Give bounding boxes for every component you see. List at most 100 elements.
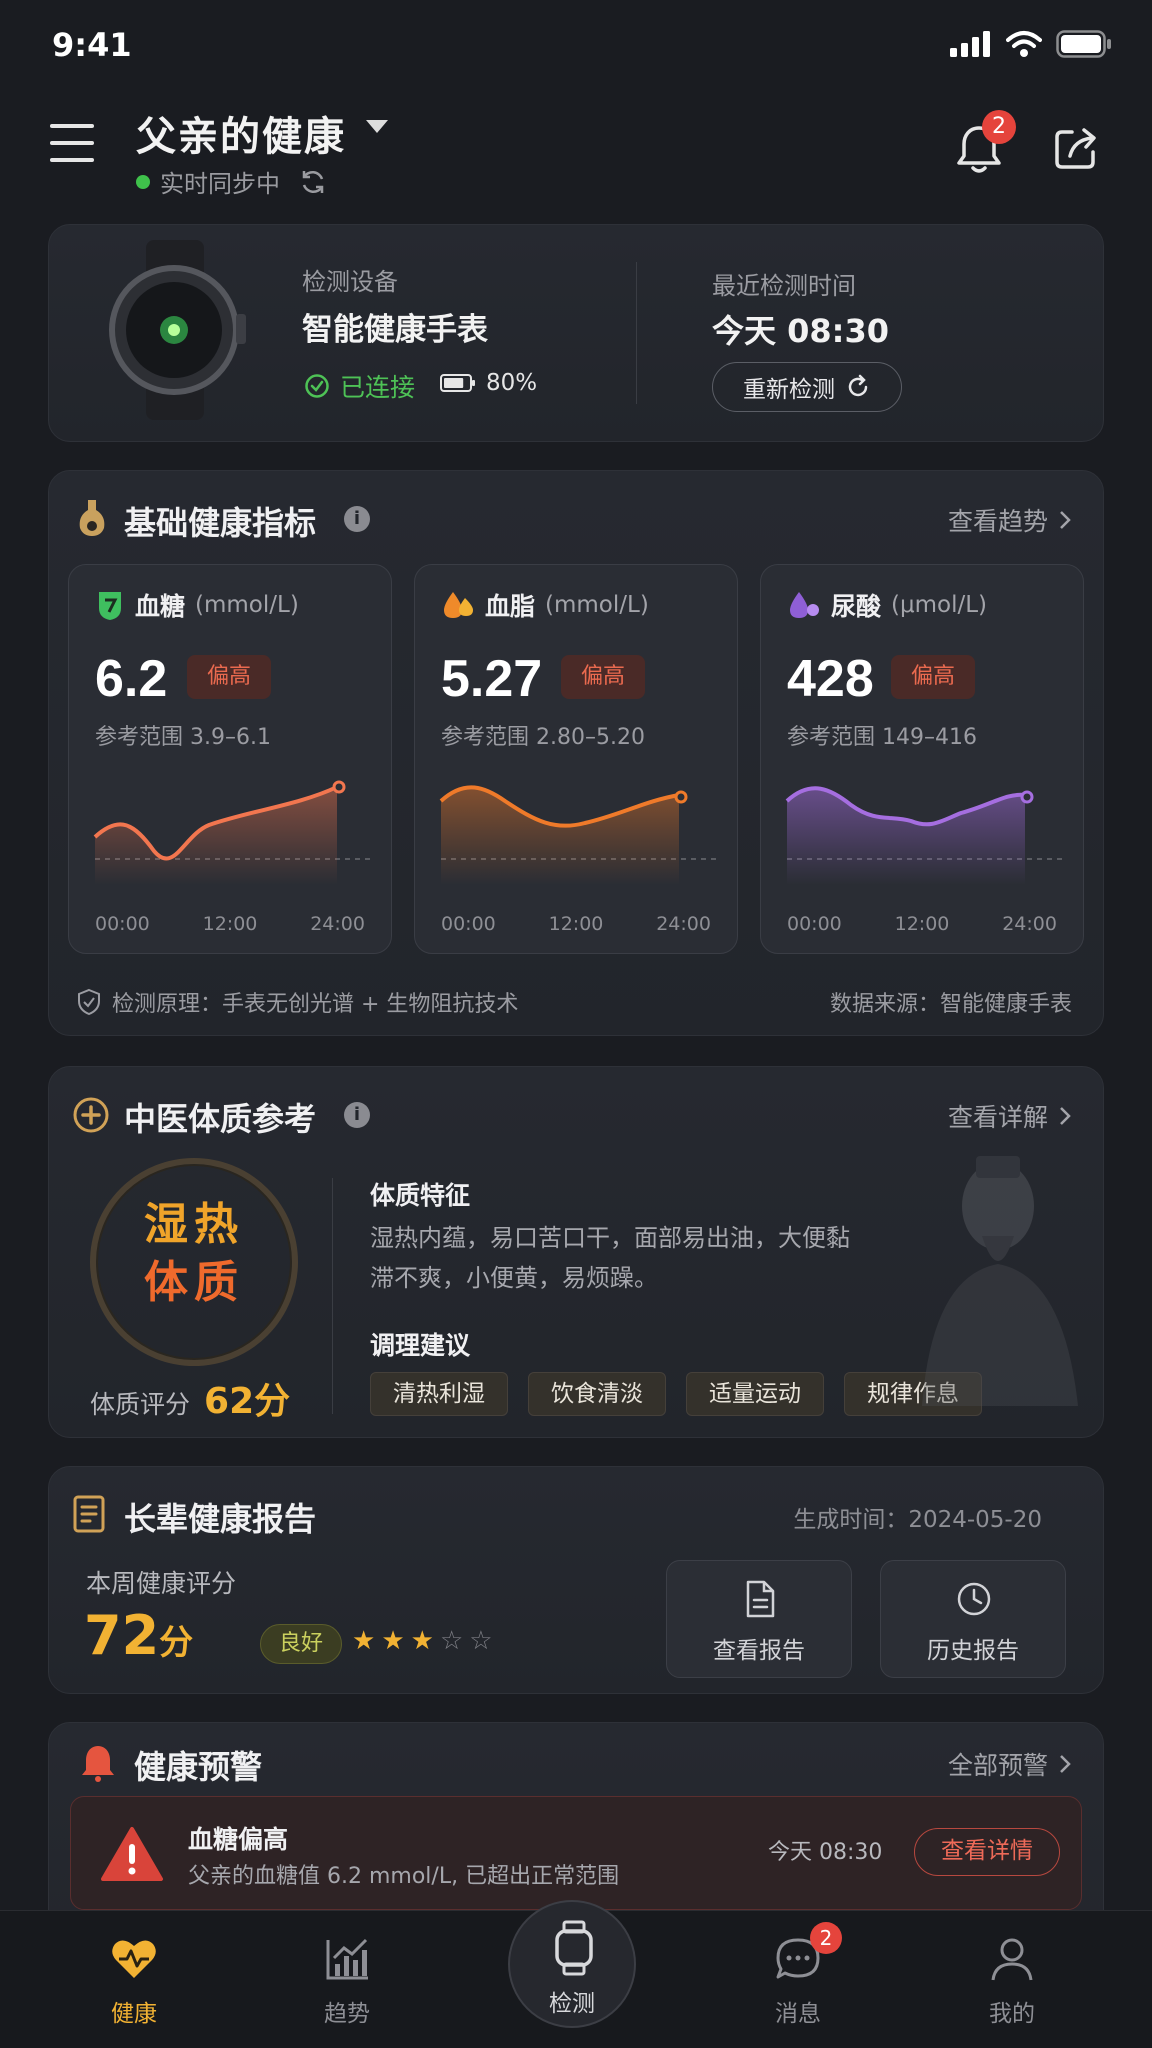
- battery-label: 80%: [486, 370, 538, 396]
- x-tick: 00:00: [441, 913, 496, 935]
- metric-card-glucose[interactable]: 血糖 (mmol/L) 6.2 偏高 参考范围 3.9–6.1 00:00 12…: [68, 564, 392, 954]
- warnings-title: 健康预警: [134, 1748, 263, 1786]
- view-report-button[interactable]: 查看报告: [666, 1560, 852, 1678]
- metric-card-uric-acid[interactable]: 尿酸 (μmol/L) 428 偏高 参考范围 149–416 00:00 12…: [760, 564, 1084, 954]
- tab-trends[interactable]: 趋势: [287, 1934, 407, 2028]
- status-time: 9:41: [52, 26, 132, 64]
- tab-health[interactable]: 健康: [74, 1934, 194, 2028]
- history-report-button[interactable]: 历史报告: [880, 1560, 1066, 1678]
- star-filled-icon: ★: [352, 1626, 376, 1656]
- chevron-down-icon[interactable]: [366, 120, 388, 133]
- info-icon[interactable]: i: [344, 506, 370, 532]
- glucose-icon: [99, 592, 121, 620]
- metric-unit: (mmol/L): [545, 592, 649, 618]
- advice-tags: 清热利湿 饮食清淡 适量运动 规律作息: [370, 1372, 982, 1416]
- battery-icon: [1056, 30, 1111, 58]
- menu-button[interactable]: [50, 124, 94, 168]
- week-score-unit: 分: [159, 1623, 194, 1663]
- view-trends-label: 查看趋势: [947, 507, 1048, 536]
- star-rating: ★ ★ ★ ☆ ☆: [352, 1626, 493, 1656]
- week-score-label: 本周健康评分: [86, 1569, 237, 1598]
- report-title: 长辈健康报告: [124, 1500, 317, 1538]
- constitution-line-1: 湿热: [144, 1199, 244, 1250]
- watch-icon: [555, 1920, 593, 1976]
- x-tick: 24:00: [1002, 913, 1057, 935]
- lipid-drop-icon: [444, 592, 473, 618]
- report-doc-icon: [73, 1495, 105, 1533]
- view-trends-link[interactable]: 查看趋势: [948, 502, 1072, 538]
- battery-level-icon: [440, 374, 475, 392]
- features-title: 体质特征: [370, 1181, 471, 1210]
- refresh-icon[interactable]: [298, 167, 328, 197]
- star-empty-icon: ☆: [469, 1626, 493, 1656]
- x-axis-ticks: 00:00 12:00 24:00: [441, 913, 711, 935]
- signal-icon: [950, 31, 990, 57]
- tab-messages[interactable]: 消息: [738, 1934, 858, 2028]
- reference-range: 参考范围 149–416: [787, 725, 977, 750]
- history-report-label: 历史报告: [927, 1638, 1019, 1664]
- chevron-right-icon: [1060, 1755, 1071, 1773]
- metric-card-lipid[interactable]: 血脂 (mmol/L) 5.27 偏高 参考范围 2.80–5.20 00:00…: [414, 564, 738, 954]
- score-value: 62分: [204, 1381, 291, 1422]
- status-badge: 偏高: [891, 655, 976, 699]
- wifi-icon: [1006, 31, 1042, 57]
- share-icon[interactable]: [1052, 124, 1100, 172]
- warning-title: 血糖偏高: [188, 1825, 289, 1854]
- chart-icon: [326, 1938, 368, 1980]
- medical-cross-icon: [73, 1097, 109, 1133]
- metric-value: 6.2: [95, 650, 168, 708]
- x-tick: 00:00: [95, 913, 150, 935]
- device-label: 检测设备: [302, 268, 398, 296]
- tab-detect[interactable]: 检测: [508, 1900, 636, 2028]
- x-tick: 12:00: [202, 913, 258, 935]
- warning-details-button[interactable]: 查看详情: [914, 1828, 1060, 1876]
- advice-tag[interactable]: 适量运动: [686, 1372, 824, 1416]
- warning-time: 今天 08:30: [768, 1840, 883, 1865]
- chevron-right-icon: [1060, 1107, 1071, 1125]
- metric-name: 血糖: [135, 592, 186, 621]
- reference-range: 参考范围 2.80–5.20: [441, 725, 645, 750]
- reference-range: 参考范围 3.9–6.1: [95, 725, 271, 750]
- metric-unit: (μmol/L): [891, 592, 988, 618]
- advice-title: 调理建议: [370, 1331, 471, 1360]
- constitution-line-2: 体质: [144, 1257, 244, 1308]
- heart-pulse-icon: [112, 1940, 156, 1978]
- tab-label: 健康: [111, 2001, 157, 2027]
- uric-acid-drop-icon: [790, 592, 819, 618]
- metric-unit: (mmol/L): [195, 592, 299, 618]
- connection-status: 已连接: [304, 368, 415, 404]
- alarm-bell-icon: [82, 1746, 114, 1782]
- status-icons: [950, 30, 1112, 58]
- x-tick: 24:00: [310, 913, 365, 935]
- page-title[interactable]: 父亲的健康: [136, 104, 346, 162]
- divider: [332, 1178, 333, 1414]
- tab-label: 消息: [775, 2001, 821, 2027]
- advice-tag[interactable]: 饮食清淡: [528, 1372, 666, 1416]
- principle-text: 检测原理：手表无创光谱 + 生物阻抗技术: [112, 992, 519, 1017]
- all-warnings-link[interactable]: 全部预警: [948, 1746, 1072, 1782]
- flask-icon: [79, 500, 105, 536]
- info-icon[interactable]: i: [344, 1102, 370, 1128]
- user-icon: [991, 1938, 1033, 1981]
- x-tick: 24:00: [656, 913, 711, 935]
- star-filled-icon: ★: [381, 1626, 405, 1656]
- online-dot-icon: [136, 174, 150, 189]
- data-source: 数据来源：智能健康手表: [829, 992, 1072, 1017]
- star-filled-icon: ★: [410, 1626, 434, 1656]
- connection-label: 已连接: [340, 373, 416, 402]
- metric-name: 尿酸: [831, 592, 882, 621]
- sage-illustration: [922, 1156, 1078, 1406]
- trend-chart: [439, 785, 721, 885]
- week-score: 72分: [84, 1604, 193, 1667]
- view-details-link[interactable]: 查看详解: [948, 1098, 1072, 1134]
- score-label: 体质评分: [90, 1390, 191, 1419]
- x-tick: 12:00: [894, 913, 950, 935]
- last-check-time: 今天 08:30: [712, 312, 890, 350]
- tab-profile[interactable]: 我的: [952, 1934, 1072, 2028]
- advice-tag[interactable]: 清热利湿: [370, 1372, 508, 1416]
- star-empty-icon: ☆: [439, 1626, 464, 1656]
- tab-label: 我的: [989, 2001, 1035, 2027]
- warning-triangle-icon: [101, 1827, 163, 1881]
- recheck-button[interactable]: 重新检测: [712, 362, 902, 412]
- sync-status-label: 实时同步中: [160, 170, 280, 198]
